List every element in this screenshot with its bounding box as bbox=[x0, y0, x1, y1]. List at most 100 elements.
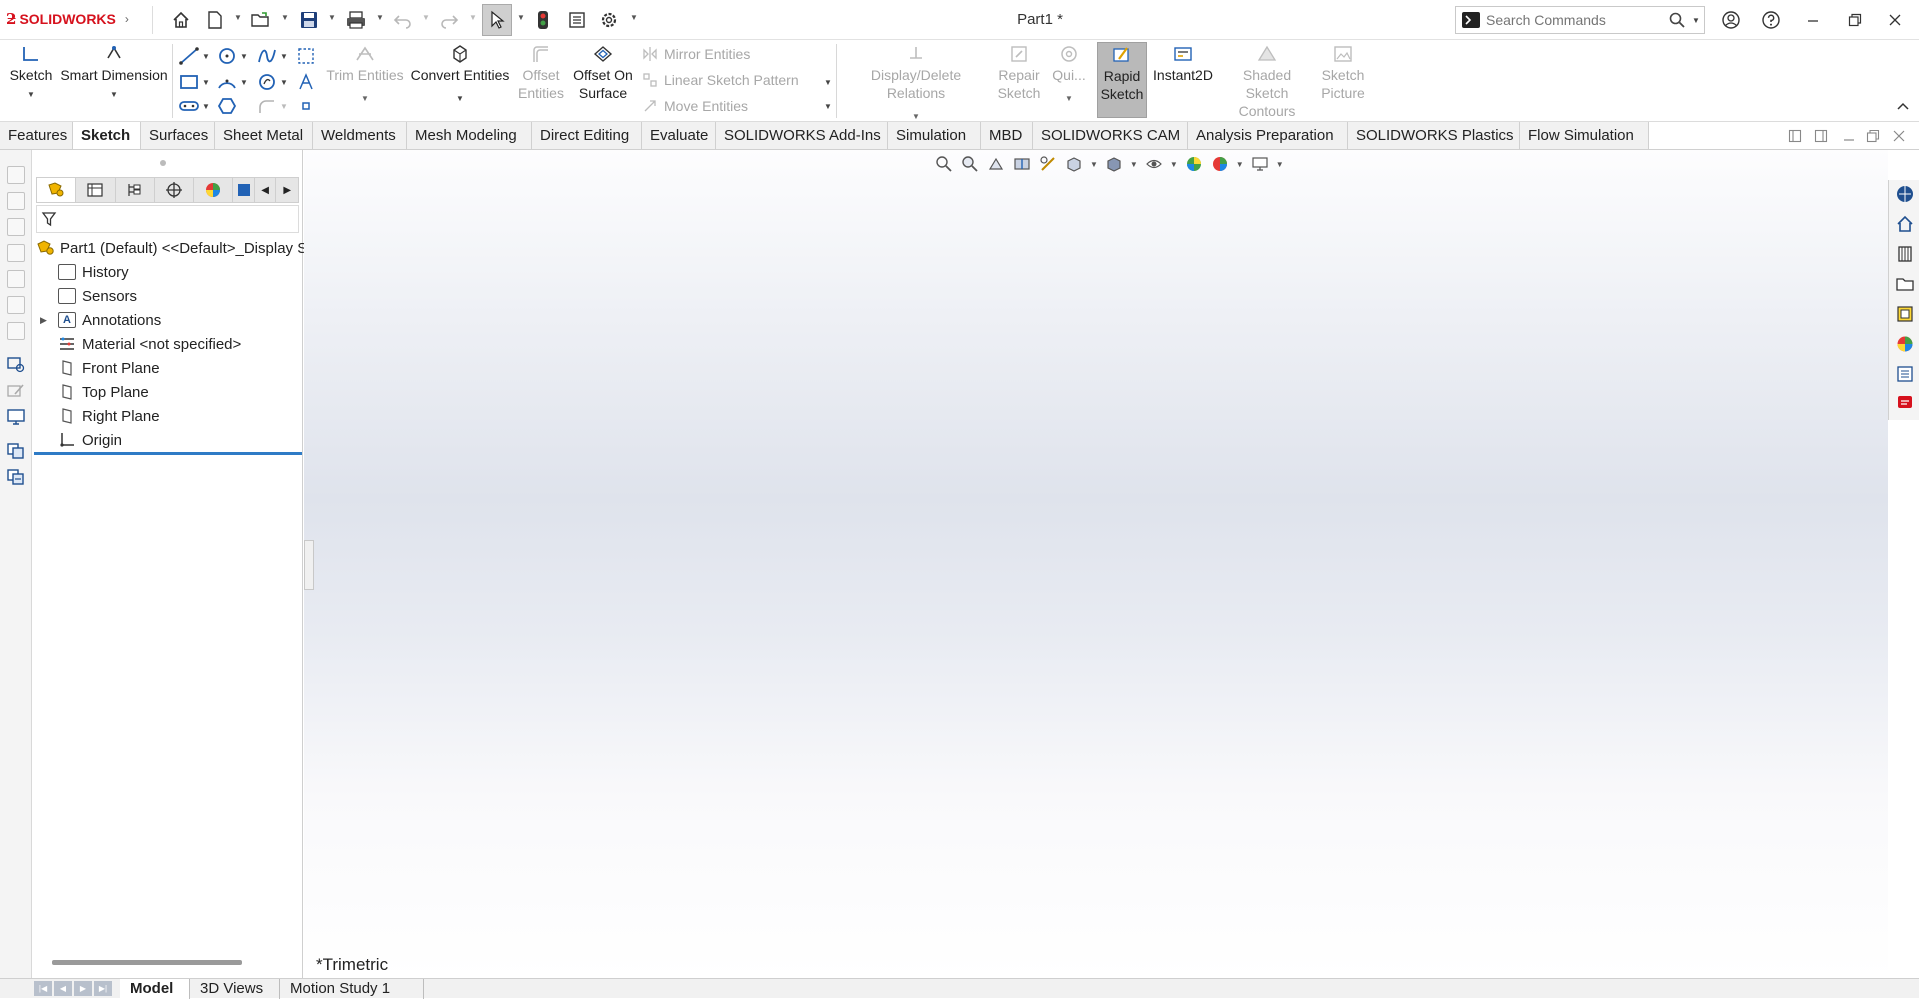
tile-left-icon[interactable] bbox=[1788, 129, 1802, 143]
save-icon[interactable] bbox=[298, 9, 320, 31]
user-account-icon[interactable] bbox=[1718, 8, 1744, 32]
search-icon[interactable] bbox=[1668, 11, 1686, 29]
solidworks-resources-icon[interactable] bbox=[1895, 184, 1915, 204]
slot-dropdown-icon[interactable]: ▼ bbox=[202, 102, 210, 111]
rectangle-icon[interactable] bbox=[178, 72, 200, 92]
forum-icon[interactable] bbox=[1895, 392, 1915, 412]
zoom-to-area-icon[interactable] bbox=[960, 155, 980, 173]
sketch-picture-button[interactable]: Sketch Picture bbox=[1318, 44, 1368, 102]
home-pane-icon[interactable] bbox=[1895, 214, 1915, 234]
dimxpertmanager-icon[interactable] bbox=[155, 178, 194, 202]
rapid-sketch-button[interactable]: Rapid Sketch bbox=[1097, 42, 1147, 118]
tab-3d-views[interactable]: 3D Views bbox=[190, 979, 280, 999]
last-tab-icon[interactable]: ▶| bbox=[94, 981, 112, 996]
display-style-icon[interactable] bbox=[1104, 155, 1124, 173]
move-dropdown-icon[interactable]: ▼ bbox=[824, 102, 832, 111]
apply-scene-icon[interactable] bbox=[1210, 155, 1230, 173]
tab-model[interactable]: Model bbox=[120, 979, 190, 999]
convert-dropdown-icon[interactable]: ▼ bbox=[408, 90, 512, 108]
shaded-sketch-contours-button[interactable]: Shaded Sketch Contours bbox=[1220, 44, 1314, 120]
tab-simulation[interactable]: Simulation bbox=[888, 122, 981, 149]
rectangle-dropdown-icon[interactable]: ▼ bbox=[202, 78, 210, 87]
tab-weldments[interactable]: Weldments bbox=[313, 122, 407, 149]
strip-tool-icon[interactable] bbox=[7, 296, 25, 314]
configurationmanager-icon[interactable] bbox=[116, 178, 155, 202]
section-view-icon[interactable] bbox=[1012, 155, 1032, 173]
tree-item-top-plane[interactable]: Top Plane bbox=[58, 380, 149, 404]
hide-show-dropdown-icon[interactable]: ▼ bbox=[1170, 160, 1178, 169]
display-style-dropdown-icon[interactable]: ▼ bbox=[1130, 160, 1138, 169]
sketch-button[interactable]: Sketch ▼ bbox=[8, 44, 54, 104]
file-properties-icon[interactable] bbox=[566, 9, 588, 31]
propertymanager-icon[interactable] bbox=[76, 178, 116, 202]
pattern-dropdown-icon[interactable]: ▼ bbox=[824, 78, 832, 87]
circle-dropdown-icon[interactable]: ▼ bbox=[240, 52, 248, 61]
redo-icon[interactable] bbox=[438, 9, 460, 31]
linear-sketch-pattern-button[interactable]: Linear Sketch Pattern bbox=[642, 72, 799, 88]
tree-item-sensors[interactable]: Sensors bbox=[58, 284, 137, 308]
options-dropdown-icon[interactable]: ▼ bbox=[630, 14, 638, 22]
trim-dropdown-icon[interactable]: ▼ bbox=[325, 90, 405, 108]
edit-sketch-icon[interactable] bbox=[6, 382, 26, 400]
tab-sketch[interactable]: Sketch bbox=[73, 122, 141, 149]
file-explorer-icon[interactable] bbox=[1895, 274, 1915, 294]
tabs-scroll-left-icon[interactable]: ◀ bbox=[255, 178, 277, 202]
slot-icon[interactable] bbox=[178, 96, 200, 116]
new-dropdown-icon[interactable]: ▼ bbox=[234, 14, 242, 22]
sketch-text-icon[interactable] bbox=[296, 72, 316, 92]
sheet-format-icon[interactable] bbox=[6, 468, 26, 486]
select-dropdown-icon[interactable]: ▼ bbox=[517, 14, 525, 22]
zoom-to-fit-icon[interactable] bbox=[934, 155, 954, 173]
fillet-icon[interactable] bbox=[256, 96, 278, 116]
panel-grip[interactable] bbox=[160, 160, 166, 166]
edit-appearance-icon[interactable] bbox=[1184, 155, 1204, 173]
hexagon-polygon-icon[interactable] bbox=[216, 96, 238, 116]
move-entities-button[interactable]: Move Entities bbox=[642, 98, 748, 114]
offset-entities-button[interactable]: Offset Entities bbox=[516, 44, 566, 102]
view-settings-icon[interactable] bbox=[1250, 155, 1270, 173]
instant2d-button[interactable]: Instant2D bbox=[1150, 44, 1216, 84]
strip-tool-icon[interactable] bbox=[7, 270, 25, 288]
previous-tab-icon[interactable]: ◀ bbox=[54, 981, 72, 996]
search-commands-box[interactable]: ▼ bbox=[1455, 6, 1705, 34]
tab-evaluate[interactable]: Evaluate bbox=[642, 122, 716, 149]
minimize-window-icon[interactable] bbox=[1800, 8, 1826, 32]
tab-direct-editing[interactable]: Direct Editing bbox=[532, 122, 642, 149]
open-folder-icon[interactable] bbox=[250, 9, 272, 31]
expand-arrow-icon[interactable]: ▶ bbox=[40, 315, 58, 326]
tree-item-history[interactable]: History bbox=[58, 260, 129, 284]
tab-solidworks-plastics[interactable]: SOLIDWORKS Plastics bbox=[1348, 122, 1520, 149]
previous-view-icon[interactable] bbox=[986, 155, 1006, 173]
doc-close-icon[interactable] bbox=[1892, 129, 1906, 143]
tree-item-front-plane[interactable]: Front Plane bbox=[58, 356, 160, 380]
tab-solidworks-add-ins[interactable]: SOLIDWORKS Add-Ins bbox=[716, 122, 888, 149]
horizontal-scrollbar[interactable] bbox=[52, 960, 242, 965]
arc-dropdown-icon[interactable]: ▼ bbox=[240, 78, 248, 87]
strip-tool-icon[interactable] bbox=[7, 218, 25, 236]
close-window-icon[interactable] bbox=[1882, 8, 1908, 32]
view-settings-dropdown-icon[interactable]: ▼ bbox=[1276, 160, 1284, 169]
polygon-icon[interactable] bbox=[256, 72, 278, 92]
tab-analysis-preparation[interactable]: Analysis Preparation bbox=[1188, 122, 1348, 149]
print-dropdown-icon[interactable]: ▼ bbox=[376, 14, 384, 22]
view-orientation-dropdown-icon[interactable]: ▼ bbox=[1090, 160, 1098, 169]
doc-restore-icon[interactable] bbox=[1866, 129, 1880, 143]
tab-motion-study-1[interactable]: Motion Study 1 bbox=[280, 979, 424, 999]
design-library-icon[interactable] bbox=[1895, 244, 1915, 264]
gear-icon[interactable] bbox=[598, 9, 620, 31]
doc-minimize-icon[interactable] bbox=[1842, 129, 1856, 143]
displaymanager-icon[interactable] bbox=[194, 178, 234, 202]
collapse-ribbon-icon[interactable] bbox=[1896, 100, 1910, 112]
spline-icon[interactable] bbox=[256, 46, 278, 66]
tab-features[interactable]: Features bbox=[0, 122, 73, 149]
offset-on-surface-button[interactable]: Offset On Surface bbox=[568, 44, 638, 102]
tree-item-origin[interactable]: Origin bbox=[58, 428, 122, 452]
print-icon[interactable] bbox=[345, 9, 367, 31]
search-input[interactable] bbox=[1486, 10, 1656, 30]
redo-dropdown-icon[interactable]: ▼ bbox=[469, 14, 477, 22]
search-dropdown-icon[interactable]: ▼ bbox=[1692, 16, 1700, 25]
home-icon[interactable] bbox=[170, 9, 192, 31]
select-pointer-button[interactable] bbox=[482, 4, 512, 36]
strip-tool-icon[interactable] bbox=[7, 192, 25, 210]
rollback-bar[interactable] bbox=[34, 452, 302, 455]
